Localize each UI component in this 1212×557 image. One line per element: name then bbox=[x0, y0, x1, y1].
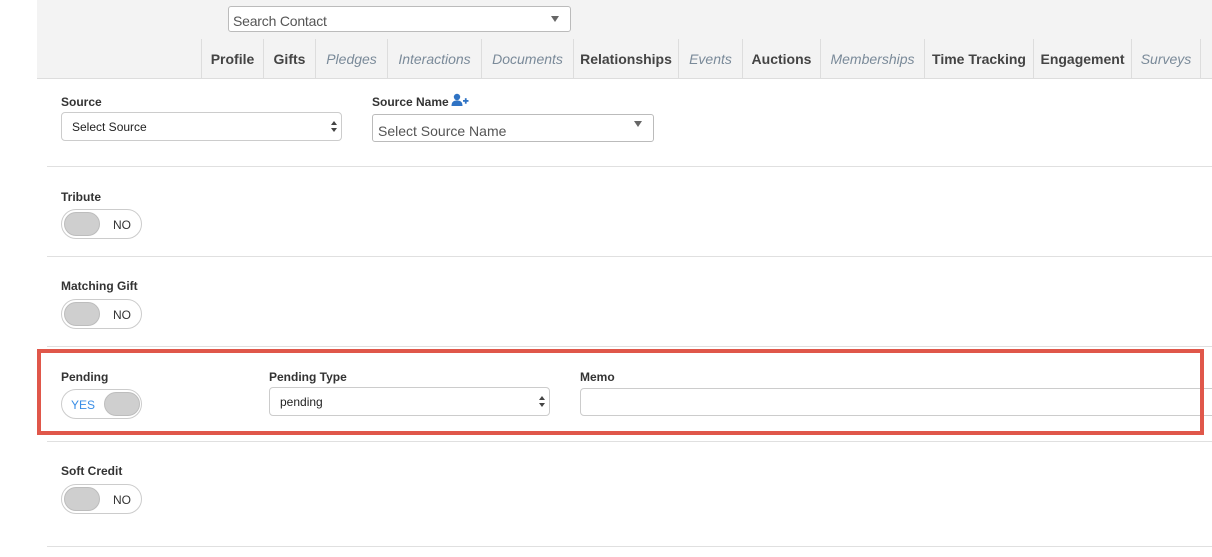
highlight-box bbox=[37, 349, 1204, 435]
matching-gift-toggle[interactable]: NO bbox=[61, 299, 142, 329]
toggle-knob bbox=[64, 212, 100, 236]
tribute-toggle[interactable]: NO bbox=[61, 209, 142, 239]
divider bbox=[47, 546, 1212, 547]
source-name-value: Select Source Name bbox=[378, 123, 507, 139]
matching-gift-label: Matching Gift bbox=[61, 279, 138, 293]
search-contact-value: Search Contact bbox=[233, 13, 327, 29]
tab-engagement[interactable]: Engagement bbox=[1033, 39, 1131, 79]
tab-auctions[interactable]: Auctions bbox=[742, 39, 820, 79]
tab-profile[interactable]: Profile bbox=[201, 39, 263, 79]
tab-events[interactable]: Events bbox=[678, 39, 742, 79]
select-arrows-icon bbox=[331, 121, 338, 133]
tab-surveys[interactable]: Surveys bbox=[1131, 39, 1201, 79]
tab-interactions[interactable]: Interactions bbox=[387, 39, 481, 79]
source-label: Source bbox=[61, 95, 102, 109]
top-bar bbox=[37, 0, 1212, 39]
soft-credit-toggle[interactable]: NO bbox=[61, 484, 142, 514]
tab-gifts[interactable]: Gifts bbox=[263, 39, 315, 79]
tab-time-tracking[interactable]: Time Tracking bbox=[924, 39, 1033, 79]
divider bbox=[47, 441, 1212, 442]
search-contact-combo[interactable]: Search Contact bbox=[228, 6, 571, 32]
tab-pledges[interactable]: Pledges bbox=[315, 39, 387, 79]
tribute-label: Tribute bbox=[61, 190, 102, 204]
source-select[interactable]: Select Source bbox=[61, 112, 342, 141]
tab-memberships[interactable]: Memberships bbox=[820, 39, 924, 79]
tab-relationships[interactable]: Relationships bbox=[573, 39, 678, 79]
source-name-select[interactable]: Select Source Name bbox=[372, 114, 654, 142]
chevron-down-icon[interactable] bbox=[634, 121, 642, 127]
source-name-label: Source Name bbox=[372, 95, 449, 109]
chevron-down-icon[interactable] bbox=[551, 16, 559, 22]
tab-bar: Profile Gifts Pledges Interactions Docum… bbox=[37, 39, 1212, 79]
tribute-toggle-text: NO bbox=[113, 218, 131, 232]
soft-credit-label: Soft Credit bbox=[61, 464, 123, 478]
matching-gift-toggle-text: NO bbox=[113, 308, 131, 322]
toggle-knob bbox=[64, 302, 100, 326]
add-user-icon[interactable] bbox=[451, 93, 469, 107]
soft-credit-toggle-text: NO bbox=[113, 493, 131, 507]
toggle-knob bbox=[64, 487, 100, 511]
source-select-value: Select Source bbox=[72, 120, 147, 134]
divider bbox=[47, 256, 1212, 257]
tab-documents[interactable]: Documents bbox=[481, 39, 573, 79]
divider bbox=[47, 346, 1212, 347]
divider bbox=[47, 166, 1212, 167]
